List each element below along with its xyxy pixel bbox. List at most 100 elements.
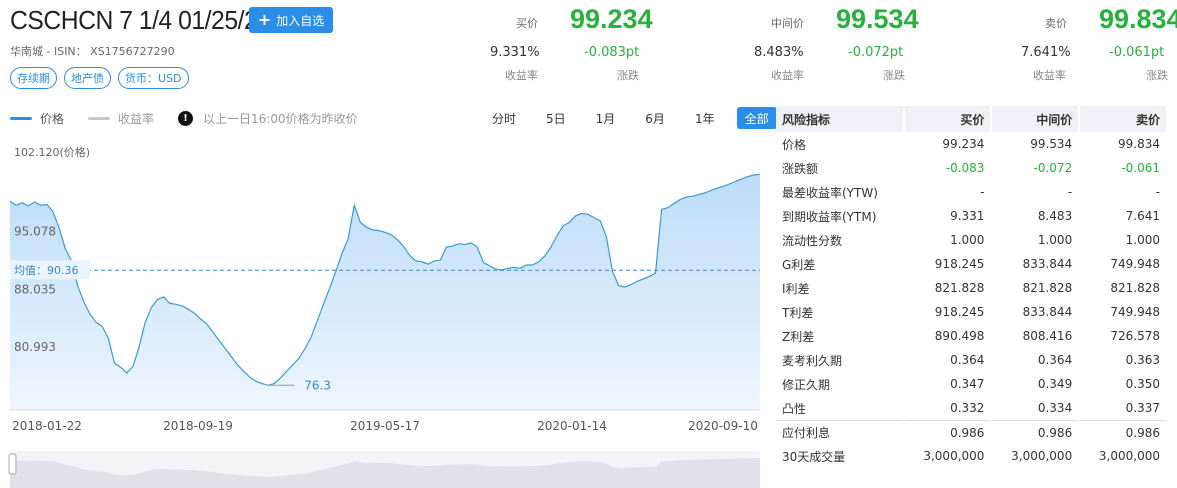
quote-yield-label: 收益率: [771, 69, 804, 82]
metric-name: 凸性: [782, 401, 807, 416]
metric-name: I利差: [782, 281, 810, 296]
metric-value-mid: 833.844: [1022, 305, 1073, 319]
legend-yield[interactable]: 收益率: [88, 110, 154, 127]
range-tab-all[interactable]: 全部: [736, 107, 777, 129]
tag-currency[interactable]: 货币：USD: [118, 67, 189, 89]
col-header-metric: 风险指标: [776, 106, 903, 132]
legend-yield-label: 收益率: [118, 112, 155, 126]
table-row: 涨跌额 -0.083 -0.072 -0.061: [776, 156, 1166, 180]
x-tick-label: 2019-05-17: [350, 419, 420, 433]
quote-yield: 8.483%: [754, 45, 804, 60]
metric-value-bid: 821.828: [934, 281, 985, 295]
quote-price: 99.534: [836, 4, 919, 34]
table-row: T利差 918.245 833.844 749.948: [776, 300, 1166, 324]
metric-value-ask: -: [1155, 185, 1160, 199]
legend-note: ! 以上一日16:00价格为昨收价: [178, 110, 358, 127]
metric-name: 涨跌额: [782, 161, 819, 176]
metric-value-mid: 0.349: [1037, 377, 1073, 391]
add-to-watchlist-label: 加入自选: [276, 13, 325, 28]
info-icon: !: [178, 111, 194, 126]
table-row: Z利差 890.498 808.416 726.578: [776, 324, 1166, 348]
quote-price: 99.834: [1099, 4, 1177, 34]
metric-value-mid: 833.844: [1022, 257, 1073, 271]
quote-yield: 7.641%: [1021, 45, 1071, 60]
range-tab-1y[interactable]: 1年: [687, 107, 723, 129]
x-tick-label: 2020-01-14: [537, 419, 607, 433]
quote-price: 99.234: [570, 4, 653, 34]
metric-value-mid: 0.986: [992, 420, 1079, 444]
table-row: 麦考利久期 0.364 0.364 0.363: [776, 348, 1166, 372]
navigator-handle: [8, 453, 17, 475]
chart-area-fill: [10, 174, 760, 410]
metric-value-bid: 9.331: [950, 209, 985, 223]
metric-name: 流动性分数: [782, 233, 843, 248]
metric-value-mid: 0.334: [1037, 401, 1073, 415]
chart-legend: 价格 收益率 ! 以上一日16:00价格为昨收价: [10, 110, 382, 127]
metric-value-ask: 0.986: [1080, 420, 1166, 444]
table-row: 修正久期 0.347 0.349 0.350: [776, 372, 1166, 396]
metric-value-bid: 0.986: [904, 420, 991, 444]
table-header-row: 风险指标 买价 中间价 卖价: [776, 106, 1166, 132]
y-tick-label: 88.035: [14, 282, 56, 296]
metric-value-bid: 1.000: [950, 233, 985, 247]
col-header-ask: 卖价: [1080, 106, 1166, 132]
quote-label: 中间价: [771, 17, 804, 30]
metric-name: 到期收益率(YTM): [782, 209, 877, 224]
add-to-watchlist-button[interactable]: + 加入自选: [249, 7, 333, 33]
metric-value-mid: 808.416: [1022, 329, 1073, 343]
y-axis-max-label: 102.120(价格): [14, 145, 90, 159]
metric-value-mid: 3,000,000: [1011, 449, 1073, 463]
metric-value-bid: 918.245: [934, 257, 985, 271]
metric-name: 最差收益率(YTW): [782, 185, 878, 200]
x-tick-label: 2018-01-22: [12, 419, 82, 433]
legend-price-label: 价格: [40, 112, 65, 126]
quote-yield: 9.331%: [490, 45, 540, 60]
metric-value-ask: 726.578: [1110, 329, 1160, 343]
x-tick-label: 2018-09-19: [163, 419, 233, 433]
bond-title: CSCHCN 7 1/4 01/25/21: [10, 5, 271, 35]
y-tick-label: 80.993: [14, 340, 56, 354]
risk-metrics-table: 风险指标 买价 中间价 卖价 价格 99.234 99.534 99.834 涨跌额 -0…: [774, 106, 1168, 468]
metric-value-ask: 0.363: [1125, 353, 1160, 367]
price-chart[interactable]: 102.120(价格) 95.078 88.035 80.993 均值：90.36 76.…: [0, 138, 770, 488]
table-row: 30天成交量 3,000,000 3,000,000 3,000,000: [776, 444, 1166, 468]
legend-price[interactable]: 价格: [10, 110, 64, 127]
metric-name: 应付利息: [776, 420, 903, 444]
quote-yield-label: 收益率: [505, 69, 538, 82]
table-row: 最差收益率(YTW) - - -: [776, 180, 1166, 204]
range-tab-intraday[interactable]: 分时: [484, 107, 524, 129]
range-tab-5d[interactable]: 5日: [538, 107, 574, 129]
legend-note-label: 以上一日16:00价格为昨收价: [203, 112, 358, 126]
metric-name: 30天成交量: [782, 449, 846, 464]
metric-value-ask: 0.350: [1125, 377, 1160, 391]
metric-value-ask: 749.948: [1110, 305, 1160, 319]
metric-value-bid: -0.083: [945, 161, 985, 175]
tag-sector[interactable]: 地产债: [64, 67, 111, 89]
metric-value-bid: 99.234: [942, 137, 985, 151]
metric-value-bid: 0.332: [950, 401, 985, 415]
metric-value-ask: 1.000: [1125, 233, 1160, 247]
range-tab-1m[interactable]: 1月: [588, 107, 624, 129]
table-row: 价格 99.234 99.534 99.834: [776, 132, 1166, 156]
tag-duration[interactable]: 存续期: [10, 67, 57, 89]
table-row: 到期收益率(YTM) 9.331 8.483 7.641: [776, 204, 1166, 228]
range-tabs: 分时 5日 1月 6月 1年 全部: [484, 107, 777, 129]
quote-label: 卖价: [1045, 17, 1067, 30]
metric-value-ask: 7.641: [1125, 209, 1160, 223]
metric-name: 麦考利久期: [782, 353, 843, 368]
metric-value-mid: -0.072: [1033, 161, 1073, 175]
metric-value-bid: 3,000,000: [923, 449, 985, 463]
plus-icon: +: [257, 10, 272, 29]
range-tab-6m[interactable]: 6月: [637, 107, 673, 129]
col-header-bid: 买价: [904, 106, 991, 132]
quote-change-label: 涨跌: [1146, 69, 1168, 82]
quote-change: -0.072pt: [848, 45, 904, 60]
metric-value-mid: 99.534: [1030, 137, 1073, 151]
tag-list: 存续期 地产债 货币：USD: [10, 67, 189, 89]
quote-change-label: 涨跌: [617, 69, 639, 82]
quote-label: 买价: [516, 17, 538, 30]
metric-value-bid: 918.245: [934, 305, 985, 319]
metric-value-ask: 749.948: [1110, 257, 1160, 271]
metric-value-ask: 3,000,000: [1098, 449, 1160, 463]
metric-value-mid: 1.000: [1037, 233, 1073, 247]
